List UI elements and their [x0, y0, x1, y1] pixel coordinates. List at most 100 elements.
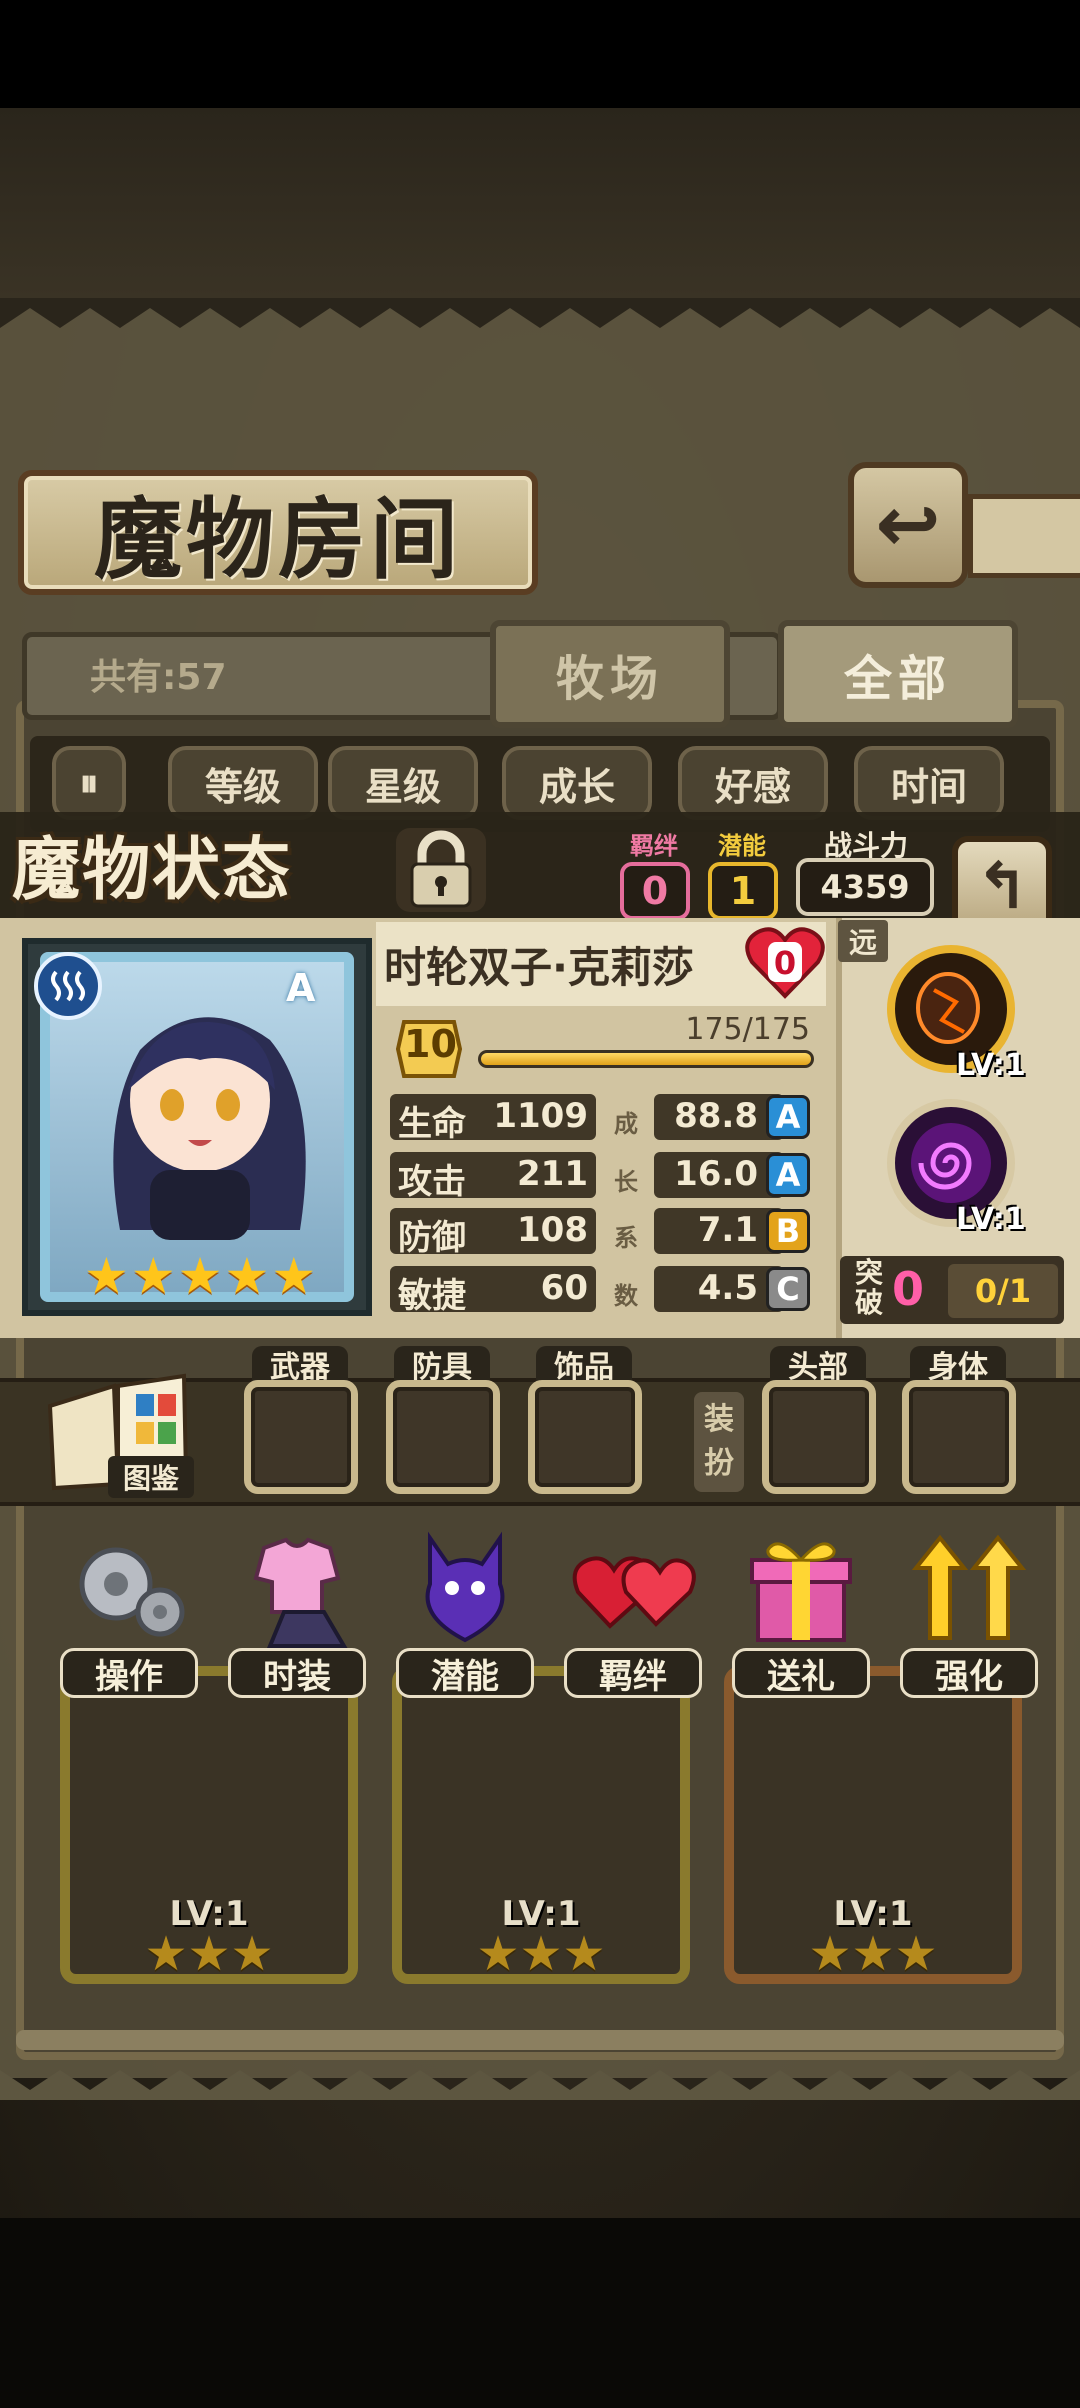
fashion-button[interactable]: 时装	[224, 1528, 370, 1698]
sort-by-affection-button[interactable]: 好感	[678, 746, 828, 820]
stat-name-hp: 生命	[398, 1104, 466, 1144]
potential-button[interactable]: 潜能	[392, 1528, 538, 1698]
head-slot[interactable]	[762, 1380, 876, 1494]
accessory-slot[interactable]	[528, 1380, 642, 1494]
sort-by-growth-button[interactable]: 成长	[502, 746, 652, 820]
sort-order-icon: ⏸	[79, 760, 99, 805]
gift-button[interactable]: 送礼	[728, 1528, 874, 1698]
header-strip	[0, 108, 1080, 298]
operate-button[interactable]: 操作	[56, 1528, 202, 1698]
growth-label-char: 长	[614, 1168, 638, 1196]
return-button[interactable]: ↩	[848, 462, 968, 588]
sort-order-toggle[interactable]: ⏸	[52, 746, 126, 820]
weapon-slot[interactable]	[244, 1380, 358, 1494]
sort-by-time-button[interactable]: 时间	[854, 746, 1004, 820]
star-icon: ★	[476, 1926, 520, 1982]
sort-star-label: 星级	[364, 764, 441, 809]
card-star-rating: ★ ★ ★	[402, 1928, 680, 1980]
zigzag-border-bottom	[0, 2070, 1080, 2100]
page-title: 魔物房间	[93, 487, 462, 591]
gear-icon	[79, 1547, 185, 1637]
growth-label-char: 数	[614, 1282, 638, 1310]
breakthrough-label: 突破	[854, 1256, 883, 1319]
power-value: 4359	[796, 858, 934, 916]
slot-label-accessory: 饰品	[536, 1346, 632, 1385]
bottom-area	[0, 2218, 1080, 2408]
tab-all[interactable]: 全部	[778, 620, 1018, 728]
header-right-strip	[968, 494, 1080, 578]
stat-value-agility: 60	[540, 1268, 588, 1308]
water-element-icon	[34, 952, 102, 1020]
growth-label-char: 成	[614, 1110, 638, 1138]
enhance-button[interactable]: 强化	[896, 1528, 1042, 1698]
tab-ranch[interactable]: 牧场	[490, 620, 730, 728]
star-icon: ★	[230, 1926, 274, 1982]
exp-text: 175/175	[685, 1012, 810, 1047]
growth-value-defense: 7.1	[697, 1210, 758, 1250]
monster-level: 10	[404, 1022, 457, 1066]
skill-1-level: LV:1	[956, 1048, 1026, 1083]
hearts-icon	[572, 1556, 696, 1629]
star-icon: ★	[271, 1247, 317, 1305]
tab-ranch-label: 牧场	[555, 651, 664, 707]
growth-value-agility: 4.5	[697, 1268, 758, 1308]
card-star-rating: ★ ★ ★	[70, 1928, 348, 1980]
slot-label-armor: 防具	[394, 1346, 490, 1385]
gift-icon	[750, 1542, 852, 1642]
list-bottom-border	[16, 2030, 1064, 2050]
grade-badge-agility: C	[766, 1267, 810, 1311]
growth-value-attack: 16.0	[674, 1154, 758, 1194]
outfit-icon	[253, 1537, 348, 1648]
bond-label: 羁绊	[630, 832, 678, 860]
stat-value-defense: 108	[517, 1210, 588, 1250]
monster-card[interactable]: LV:1 ★ ★ ★	[724, 1666, 1022, 1984]
status-bar-area	[0, 0, 1080, 108]
compendium-label: 图鉴	[108, 1456, 194, 1498]
fashion-label: 时装	[228, 1648, 366, 1698]
star-icon: ★	[519, 1926, 563, 1982]
tab-all-label: 全部	[843, 651, 952, 707]
star-icon: ★	[177, 1247, 223, 1305]
stat-name-agility: 敏捷	[398, 1276, 466, 1316]
slot-label-body: 身体	[910, 1346, 1006, 1385]
enhance-label: 强化	[900, 1648, 1038, 1698]
body-slot[interactable]	[902, 1380, 1016, 1494]
star-icon: ★	[808, 1926, 852, 1982]
grade-badge-defense: B	[766, 1209, 810, 1253]
bond-value: 0	[620, 862, 690, 920]
monster-card[interactable]: LV:1 ★ ★ ★	[392, 1666, 690, 1984]
monster-name: 时轮双子·克莉莎	[384, 943, 694, 992]
potential-value: 1	[708, 862, 778, 920]
armor-slot[interactable]	[386, 1380, 500, 1494]
sort-growth-label: 成长	[538, 764, 615, 809]
monster-count: 共有:57	[90, 657, 227, 698]
card-star-rating: ★ ★ ★	[734, 1928, 1012, 1980]
sort-by-star-button[interactable]: 星级	[328, 746, 478, 820]
bond-button[interactable]: 羁绊	[560, 1528, 706, 1698]
star-icon: ★	[851, 1926, 895, 1982]
return-arrow-icon: ↩	[875, 480, 941, 570]
range-tag: 远	[838, 920, 888, 962]
sort-affection-label: 好感	[714, 764, 791, 809]
star-icon: ★	[130, 1247, 176, 1305]
stat-name-defense: 防御	[398, 1218, 466, 1258]
growth-value-hp: 88.8	[674, 1096, 758, 1136]
breakthrough-progress[interactable]: 0/1	[948, 1264, 1058, 1318]
operate-label: 操作	[60, 1648, 198, 1698]
monster-card[interactable]: LV:1 ★ ★ ★	[60, 1666, 358, 1984]
status-title: 魔物状态	[12, 830, 293, 910]
sort-by-level-button[interactable]: 等级	[168, 746, 318, 820]
slot-label-head: 头部	[770, 1346, 866, 1385]
gift-label: 送礼	[732, 1648, 870, 1698]
back-arrow-icon: ↰	[975, 850, 1029, 924]
portrait-grade-badge: A	[286, 966, 316, 1010]
sort-level-label: 等级	[204, 764, 281, 809]
star-icon: ★	[144, 1926, 188, 1982]
skill-2-level: LV:1	[956, 1202, 1026, 1237]
lock-icon[interactable]	[392, 824, 490, 916]
bond-action-label: 羁绊	[564, 1648, 702, 1698]
upgrade-arrows-icon	[911, 1534, 1027, 1640]
stat-value-hp: 1109	[493, 1096, 588, 1136]
grade-badge-hp: A	[766, 1095, 810, 1139]
bond-heart-value: 0	[774, 944, 796, 982]
